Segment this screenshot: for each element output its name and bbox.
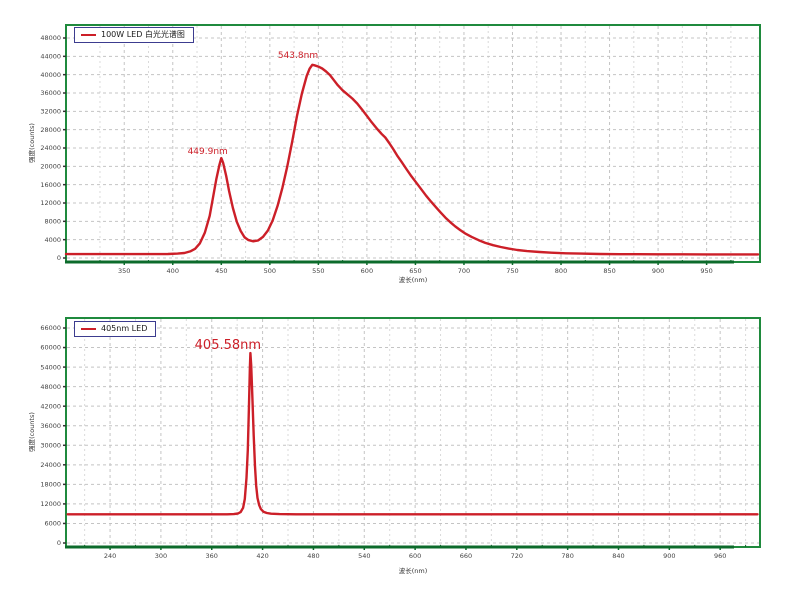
- tick-marks: [63, 38, 731, 265]
- svg-text:30000: 30000: [40, 441, 61, 449]
- svg-text:540: 540: [358, 552, 370, 560]
- svg-text:18000: 18000: [40, 481, 61, 489]
- peak-label-449nm: 449.9nm: [188, 148, 228, 157]
- svg-text:32000: 32000: [40, 108, 61, 116]
- svg-text:48000: 48000: [40, 383, 61, 391]
- y-axis-label-intensity: 强度(counts): [26, 123, 36, 163]
- svg-text:60000: 60000: [40, 344, 61, 352]
- peak-label-543nm: 543.8nm: [278, 52, 318, 61]
- svg-text:12000: 12000: [40, 500, 61, 508]
- plot-frame: [66, 318, 760, 547]
- tick-labels: 3504004505005506006507007508008509009500…: [40, 34, 713, 275]
- grid-lines: [67, 26, 759, 261]
- tick-marks: [63, 328, 746, 550]
- svg-text:600: 600: [409, 552, 421, 560]
- svg-text:0: 0: [57, 254, 61, 262]
- x-axis-label-wavelength: 波长(nm): [66, 274, 760, 284]
- spectrum-curve: [68, 353, 758, 514]
- svg-text:42000: 42000: [40, 402, 61, 410]
- svg-text:420: 420: [256, 552, 268, 560]
- peak-label-405nm: 405.58nm: [195, 339, 261, 352]
- spectra-canvas: 3504004505005506006507007508008509009500…: [0, 0, 802, 599]
- svg-text:40000: 40000: [40, 71, 61, 79]
- svg-text:720: 720: [511, 552, 523, 560]
- led-spectra-page: 3504004505005506006507007508008509009500…: [0, 0, 802, 599]
- svg-text:240: 240: [104, 552, 116, 560]
- svg-text:12000: 12000: [40, 199, 61, 207]
- svg-text:28000: 28000: [40, 126, 61, 134]
- chart-0: 3504004505005506006507007508008509009500…: [40, 25, 760, 275]
- svg-text:54000: 54000: [40, 363, 61, 371]
- svg-text:360: 360: [206, 552, 218, 560]
- svg-text:20000: 20000: [40, 163, 61, 171]
- svg-text:16000: 16000: [40, 181, 61, 189]
- svg-text:44000: 44000: [40, 53, 61, 61]
- svg-text:900: 900: [663, 552, 675, 560]
- y-axis-label-intensity: 强度(counts): [26, 412, 36, 452]
- svg-text:780: 780: [561, 552, 573, 560]
- svg-text:660: 660: [460, 552, 472, 560]
- svg-text:48000: 48000: [40, 34, 61, 42]
- legend-label: 405nm LED: [101, 324, 147, 334]
- legend-white-led: 100W LED 白光光谱图: [74, 27, 194, 43]
- tick-labels: 240 300 360 420 480 540 600 660 720 780 840 900 960 0…: [40, 324, 726, 560]
- svg-text:480: 480: [307, 552, 319, 560]
- legend-line-sample-icon: [81, 34, 96, 36]
- x-axis-label-wavelength: 波长(nm): [66, 565, 760, 575]
- svg-text:960: 960: [714, 552, 726, 560]
- grid-lines: [67, 319, 759, 546]
- legend-line-sample-icon: [81, 328, 96, 330]
- plot-frame: [66, 25, 760, 262]
- svg-text:36000: 36000: [40, 89, 61, 97]
- svg-text:66000: 66000: [40, 324, 61, 332]
- legend-label: 100W LED 白光光谱图: [101, 30, 185, 40]
- svg-text:36000: 36000: [40, 422, 61, 430]
- svg-text:24000: 24000: [40, 461, 61, 469]
- svg-text:840: 840: [612, 552, 624, 560]
- svg-text:8000: 8000: [44, 218, 61, 226]
- svg-text:6000: 6000: [44, 520, 61, 528]
- svg-text:0: 0: [57, 539, 61, 547]
- legend-405nm-led: 405nm LED: [74, 321, 156, 337]
- svg-text:4000: 4000: [44, 236, 61, 244]
- svg-text:300: 300: [155, 552, 167, 560]
- svg-text:24000: 24000: [40, 144, 61, 152]
- chart-1: 240 300 360 420 480 540 600 660 720 780 840 900 960 0…: [40, 318, 760, 560]
